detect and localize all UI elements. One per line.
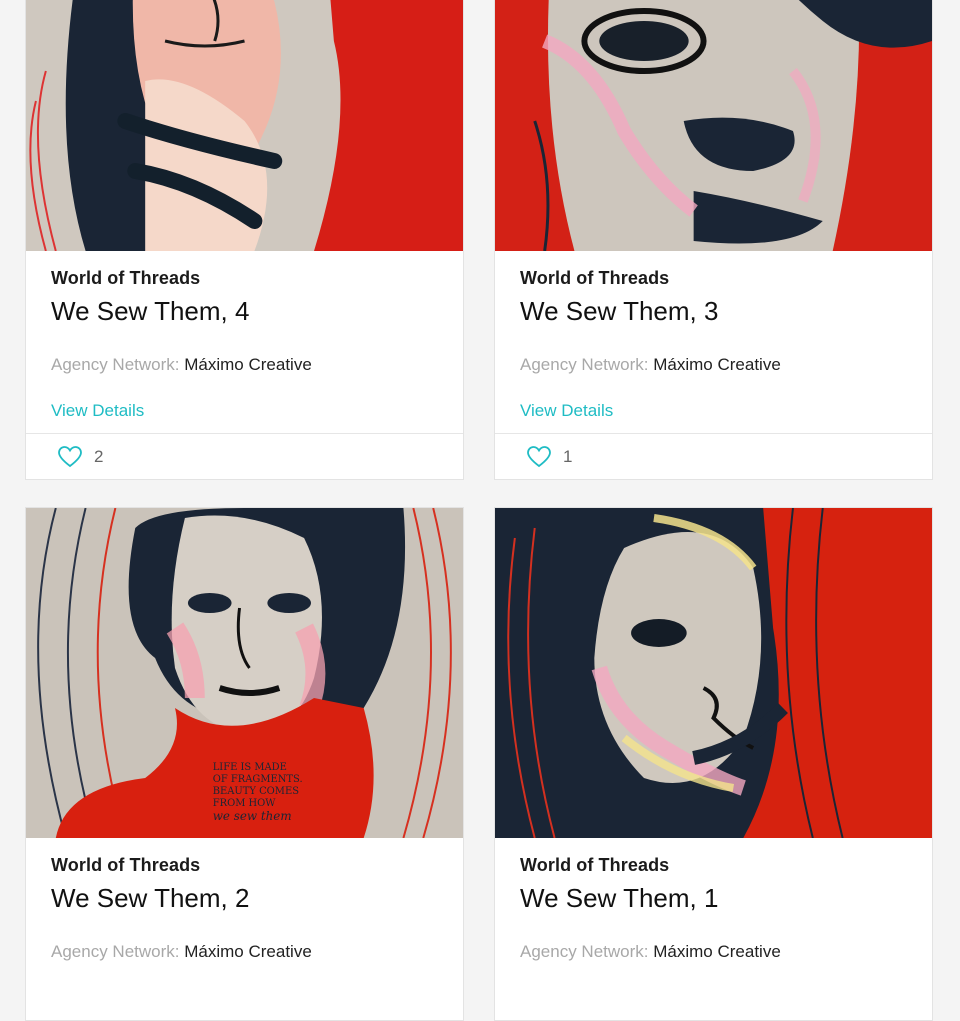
artwork-thumbnail[interactable] [495, 0, 932, 251]
agency-network: Agency Network: Máximo Creative [520, 355, 907, 375]
artwork-caption-line: OF FRAGMENTS. [213, 774, 303, 785]
agency-value: Máximo Creative [653, 942, 781, 961]
agency-value: Máximo Creative [653, 355, 781, 374]
collection-name: World of Threads [520, 855, 670, 875]
artwork-card[interactable]: World of Threads We Sew Them, 3 Agency N… [494, 0, 933, 480]
card-footer: 2 [26, 433, 463, 479]
agency-label: Agency Network: [51, 942, 180, 961]
heart-icon[interactable] [527, 445, 551, 468]
artwork-caption-script: we sew them [213, 809, 292, 823]
artwork-card[interactable]: World of Threads We Sew Them, 4 Agency N… [25, 0, 464, 480]
collection-name: World of Threads [51, 268, 201, 288]
artwork-title: We Sew Them, 1 [520, 883, 719, 913]
artwork-card[interactable]: World of Threads We Sew Them, 1 Agency N… [494, 507, 933, 1021]
agency-value: Máximo Creative [184, 942, 312, 961]
view-details-link[interactable]: View Details [520, 401, 613, 421]
artwork-title: We Sew Them, 4 [51, 296, 250, 326]
artwork-thumbnail[interactable] [26, 0, 463, 251]
artwork-thumbnail[interactable]: LIFE IS MADE OF FRAGMENTS. BEAUTY COMES … [26, 508, 463, 838]
artwork-card[interactable]: LIFE IS MADE OF FRAGMENTS. BEAUTY COMES … [25, 507, 464, 1021]
like-count: 1 [563, 446, 573, 466]
artwork-title: We Sew Them, 2 [51, 883, 250, 913]
agency-network: Agency Network: Máximo Creative [51, 355, 438, 375]
artwork-thumbnail[interactable] [495, 508, 932, 838]
artwork-caption-line: LIFE IS MADE [213, 762, 287, 773]
collection-name: World of Threads [51, 855, 201, 875]
artwork-title: We Sew Them, 3 [520, 296, 719, 326]
agency-label: Agency Network: [51, 355, 180, 374]
collection-name: World of Threads [520, 268, 670, 288]
agency-label: Agency Network: [520, 942, 649, 961]
heart-icon[interactable] [58, 445, 82, 468]
agency-value: Máximo Creative [184, 355, 312, 374]
card-footer: 1 [495, 433, 932, 479]
artwork-caption-line: BEAUTY COMES [213, 786, 299, 797]
view-details-link[interactable]: View Details [51, 401, 144, 421]
agency-network: Agency Network: Máximo Creative [51, 942, 438, 962]
like-count: 2 [94, 446, 104, 466]
agency-network: Agency Network: Máximo Creative [520, 942, 907, 962]
agency-label: Agency Network: [520, 355, 649, 374]
artwork-caption-line: FROM HOW [213, 798, 277, 809]
